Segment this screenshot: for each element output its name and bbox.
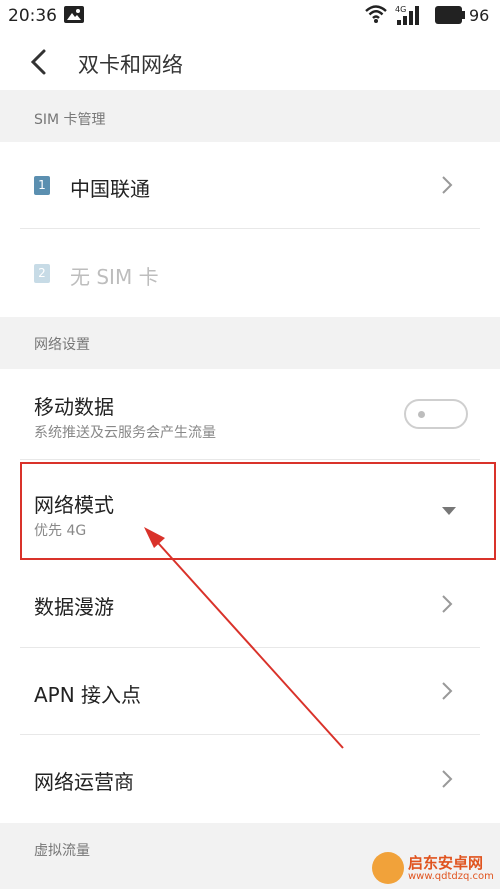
apn-label: APN 接入点 <box>34 683 142 707</box>
battery-icon <box>435 6 465 24</box>
sim2-name: 无 SIM 卡 <box>70 265 159 289</box>
watermark-logo <box>372 852 404 884</box>
section-header-network: 网络设置 <box>0 317 500 369</box>
operator-label: 网络运营商 <box>34 770 134 794</box>
sim1-badge: 1 <box>34 176 50 195</box>
sim1-name: 中国联通 <box>70 177 150 201</box>
network-mode-label: 网络模式 <box>34 493 114 517</box>
chevron-right-icon <box>442 176 453 194</box>
status-bar: 20:36 4G 96 <box>0 0 500 34</box>
dropdown-triangle-icon <box>442 507 456 515</box>
chevron-right-icon <box>442 770 453 788</box>
section-header-sim: SIM 卡管理 <box>0 90 500 142</box>
mobile-data-toggle[interactable] <box>404 399 468 429</box>
sim2-badge: 2 <box>34 264 50 283</box>
wifi-icon <box>365 5 387 23</box>
data-roaming-label: 数据漫游 <box>34 595 114 619</box>
image-icon <box>64 6 84 23</box>
section-header-virtual-label: 虚拟流量 <box>34 843 90 859</box>
apn-row[interactable]: APN 接入点 <box>0 648 500 735</box>
watermark-text: 启东安卓网 <box>408 854 484 872</box>
operator-row[interactable]: 网络运营商 <box>0 735 500 823</box>
battery-level: 96 <box>469 6 490 25</box>
status-time: 20:36 <box>8 6 57 26</box>
mobile-data-label: 移动数据 <box>34 395 114 419</box>
chevron-right-icon <box>442 595 453 613</box>
page-title: 双卡和网络 <box>78 53 183 77</box>
section-header-sim-label: SIM 卡管理 <box>34 112 106 128</box>
title-bar: 双卡和网络 <box>0 34 500 90</box>
data-roaming-row[interactable]: 数据漫游 <box>0 560 500 648</box>
section-header-network-label: 网络设置 <box>34 337 90 353</box>
chevron-left-icon[interactable] <box>28 48 48 76</box>
network-mode-row[interactable]: 网络模式 优先 4G <box>0 460 500 560</box>
network-mode-value: 优先 4G <box>34 523 87 539</box>
sim2-row: 2 无 SIM 卡 <box>0 229 500 317</box>
watermark: 启东安卓网 www.qdtdzq.com <box>372 852 498 886</box>
sim1-row[interactable]: 1 中国联通 <box>0 142 500 229</box>
toggle-knob <box>418 411 425 418</box>
mobile-data-subtitle: 系统推送及云服务会产生流量 <box>34 425 216 441</box>
watermark-url: www.qdtdzq.com <box>408 871 494 882</box>
chevron-right-icon <box>442 682 453 700</box>
network-type-label: 4G <box>395 5 406 14</box>
cell-signal-icon: 4G <box>395 5 419 25</box>
